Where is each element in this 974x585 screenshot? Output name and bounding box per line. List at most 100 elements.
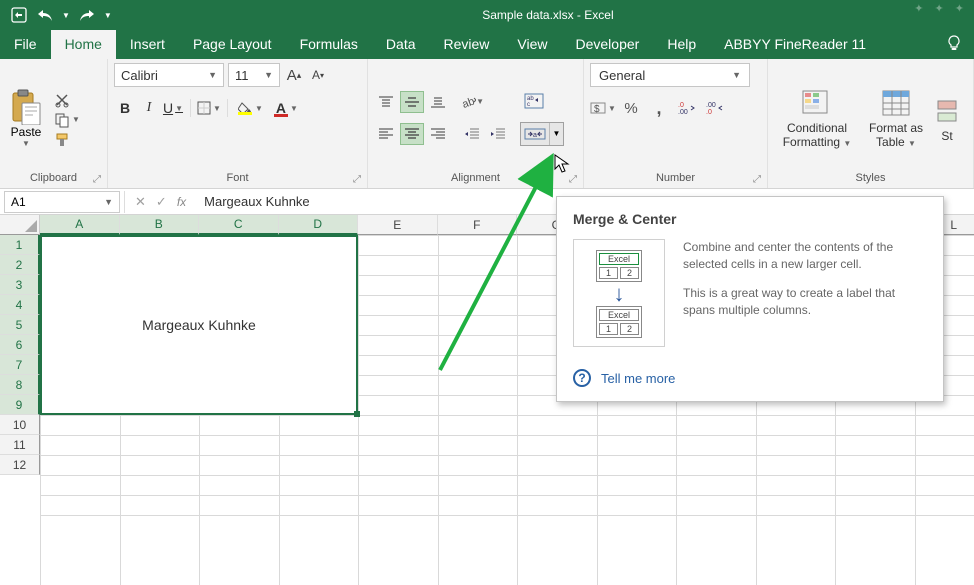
svg-text:.0: .0: [706, 109, 712, 115]
number-format-select[interactable]: General▼: [590, 63, 750, 87]
tell-me-icon[interactable]: [942, 35, 966, 59]
svg-text:ab: ab: [461, 95, 476, 109]
align-top-button[interactable]: [374, 91, 398, 113]
name-box-value: A1: [11, 195, 26, 209]
row-header-10[interactable]: 10: [0, 415, 40, 435]
tab-home[interactable]: Home: [51, 30, 116, 59]
row-header-4[interactable]: 4: [0, 295, 40, 315]
tab-page-layout[interactable]: Page Layout: [179, 30, 286, 59]
col-header-C[interactable]: C: [199, 215, 279, 235]
paste-button[interactable]: Paste ▼: [6, 85, 46, 148]
row-header-7[interactable]: 7: [0, 355, 40, 375]
name-box[interactable]: A1▼: [4, 191, 120, 213]
merge-center-icon[interactable]: a: [521, 123, 549, 145]
col-header-B[interactable]: B: [120, 215, 200, 235]
tab-formulas[interactable]: Formulas: [286, 30, 372, 59]
tab-view[interactable]: View: [503, 30, 561, 59]
paste-icon: [10, 89, 42, 125]
align-bottom-button[interactable]: [426, 91, 450, 113]
format-as-table-button[interactable]: Format as Table ▼: [860, 83, 932, 151]
align-middle-button[interactable]: [400, 91, 424, 113]
row-header-6[interactable]: 6: [0, 335, 40, 355]
percent-format-button[interactable]: %: [618, 97, 644, 119]
font-name-select[interactable]: Calibri▼: [114, 63, 224, 87]
fill-color-button[interactable]: ▼: [234, 97, 256, 119]
enter-formula-icon[interactable]: ✓: [156, 194, 167, 210]
tab-review[interactable]: Review: [430, 30, 504, 59]
cell-styles-button[interactable]: St: [932, 91, 962, 143]
comma-format-button[interactable]: ,: [646, 97, 672, 119]
wrap-text-button[interactable]: abc: [520, 90, 548, 112]
tooltip-preview-before-top: Excel: [599, 253, 639, 265]
group-label-number: Number: [590, 170, 761, 188]
align-left-button[interactable]: [374, 123, 398, 145]
tell-me-more-label: Tell me more: [601, 371, 675, 386]
undo-icon[interactable]: [36, 6, 54, 24]
row-header-3[interactable]: 3: [0, 275, 40, 295]
undo-dropdown-icon[interactable]: ▼: [62, 11, 70, 20]
autosave-toggle-icon[interactable]: [10, 6, 28, 24]
col-header-A[interactable]: A: [40, 215, 120, 235]
increase-decimal-button[interactable]: .0.00: [674, 97, 700, 119]
svg-text:.0: .0: [678, 102, 684, 109]
tooltip-arrow-icon: ↓: [614, 286, 625, 302]
font-launcher-icon[interactable]: ⤢: [353, 174, 365, 186]
tab-insert[interactable]: Insert: [116, 30, 179, 59]
tab-developer[interactable]: Developer: [562, 30, 654, 59]
col-header-D[interactable]: D: [279, 215, 359, 235]
orientation-button[interactable]: ab▼: [460, 91, 484, 113]
row-header-11[interactable]: 11: [0, 435, 40, 455]
format-painter-button[interactable]: [54, 132, 80, 148]
group-font: Calibri▼ 11▼ A▴ A▾ B I U▼ ▼ ▼ A▼ Font ⤢: [108, 59, 368, 188]
bold-button[interactable]: B: [114, 97, 136, 119]
row-header-8[interactable]: 8: [0, 375, 40, 395]
font-color-button[interactable]: A▼: [270, 97, 292, 119]
cancel-formula-icon[interactable]: ✕: [135, 194, 146, 210]
decrease-font-icon[interactable]: A▾: [308, 65, 328, 85]
conditional-formatting-button[interactable]: Conditional Formatting ▼: [774, 83, 860, 151]
fill-handle[interactable]: [354, 411, 360, 417]
select-all-corner[interactable]: [0, 215, 40, 235]
group-alignment: ab▼ abc a ▼ Alignment ⤢: [368, 59, 584, 188]
svg-text:a: a: [533, 132, 537, 139]
increase-indent-button[interactable]: [486, 123, 510, 145]
redo-icon[interactable]: [78, 6, 96, 24]
clipboard-launcher-icon[interactable]: ⤢: [93, 174, 105, 186]
paste-dropdown-icon[interactable]: ▼: [22, 139, 30, 148]
row-header-1[interactable]: 1: [0, 235, 40, 255]
align-center-button[interactable]: [400, 123, 424, 145]
tab-help[interactable]: Help: [653, 30, 710, 59]
alignment-launcher-icon[interactable]: ⤢: [569, 174, 581, 186]
merge-center-dropdown-icon[interactable]: ▼: [549, 123, 563, 145]
tooltip-paragraph-1: Combine and center the contents of the s…: [683, 239, 927, 273]
accounting-format-button[interactable]: $▼: [590, 97, 616, 119]
row-header-9[interactable]: 9: [0, 395, 40, 415]
tell-me-more-link[interactable]: ? Tell me more: [573, 369, 927, 387]
merge-center-button[interactable]: a ▼: [520, 122, 564, 146]
row-header-5[interactable]: 5: [0, 315, 40, 335]
merged-cell[interactable]: Margeaux Kuhnke: [40, 235, 358, 415]
row-header-2[interactable]: 2: [0, 255, 40, 275]
cut-button[interactable]: [54, 92, 80, 108]
align-right-button[interactable]: [426, 123, 450, 145]
borders-button[interactable]: ▼: [197, 97, 221, 119]
decrease-indent-button[interactable]: [460, 123, 484, 145]
tooltip-preview-after-top: Excel: [599, 309, 639, 321]
copy-button[interactable]: ▼: [54, 112, 80, 128]
number-launcher-icon[interactable]: ⤢: [753, 174, 765, 186]
col-header-F[interactable]: F: [438, 215, 518, 235]
fx-icon[interactable]: fx: [177, 195, 186, 209]
decrease-decimal-button[interactable]: .00.0: [702, 97, 728, 119]
font-size-select[interactable]: 11▼: [228, 63, 280, 87]
row-header-12[interactable]: 12: [0, 455, 40, 475]
italic-button[interactable]: I: [138, 97, 160, 119]
group-label-font: Font: [114, 170, 361, 188]
tab-abbyy[interactable]: ABBYY FineReader 11: [710, 30, 880, 59]
svg-text:c: c: [527, 102, 530, 108]
tab-data[interactable]: Data: [372, 30, 430, 59]
underline-button[interactable]: U▼: [162, 97, 184, 119]
increase-font-icon[interactable]: A▴: [284, 65, 304, 85]
col-header-E[interactable]: E: [358, 215, 438, 235]
tab-file[interactable]: File: [0, 30, 51, 59]
qat-customize-icon[interactable]: ▼: [104, 11, 112, 20]
